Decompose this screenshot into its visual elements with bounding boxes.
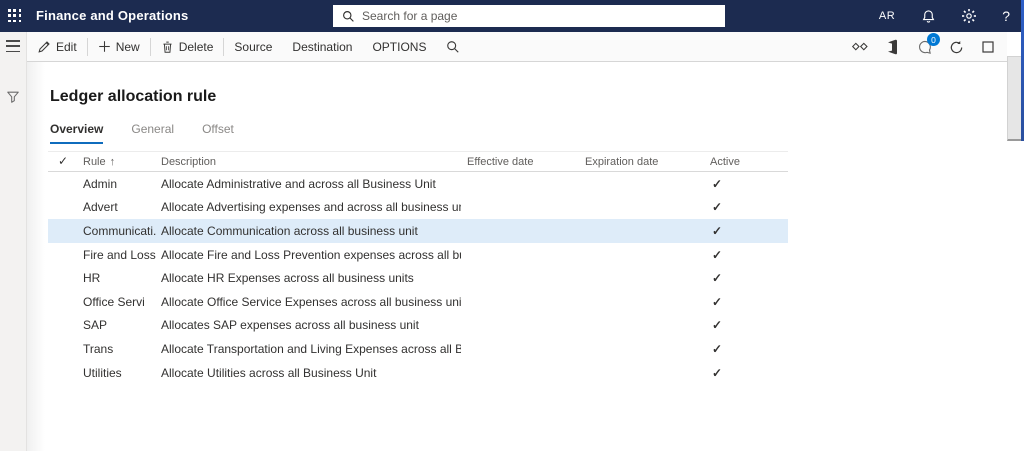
active-check-icon: ✓ [712, 176, 723, 191]
cell-description[interactable]: Allocate Advertising expenses and across… [161, 200, 461, 214]
active-check-icon: ✓ [712, 223, 723, 238]
table-row[interactable]: Utilities Allocate Utilities across all … [48, 361, 788, 385]
column-header-active[interactable]: Active [710, 156, 740, 168]
cell-rule[interactable]: HR [83, 271, 157, 285]
tab-overview[interactable]: Overview [50, 122, 104, 144]
app-window: Finance and Operations Search for a page… [0, 0, 1024, 451]
cell-description[interactable]: Allocates SAP expenses across all busine… [161, 318, 461, 332]
top-navigation-bar: Finance and Operations Search for a page… [0, 0, 1024, 32]
gear-icon[interactable] [961, 8, 977, 24]
help-icon[interactable]: ? [1002, 8, 1010, 24]
column-header-rule[interactable]: Rule ↑ [83, 156, 115, 168]
grid-body: Admin Allocate Administrative and across… [48, 172, 788, 384]
source-label: Source [234, 39, 273, 54]
page-search-input[interactable]: Search for a page [333, 5, 725, 27]
cell-description[interactable]: Allocate Administrative and across all B… [161, 177, 461, 191]
filter-funnel-icon[interactable] [6, 90, 20, 104]
active-check-icon: ✓ [712, 341, 723, 356]
delete-label: Delete [178, 39, 214, 54]
preview-glasses-icon[interactable] [851, 38, 869, 56]
cell-rule[interactable]: Advert [83, 200, 157, 214]
open-in-office-icon[interactable] [883, 38, 901, 56]
search-icon [446, 40, 460, 54]
message-center-icon[interactable]: 0 [915, 33, 940, 56]
cell-description[interactable]: Allocate Utilities across all Business U… [161, 366, 461, 380]
cell-description[interactable]: Allocate Office Service Expenses across … [161, 295, 461, 309]
content-left-shadow [27, 62, 45, 451]
source-menu-button[interactable]: Source [224, 32, 282, 62]
trash-icon [161, 40, 174, 54]
actionbar-search-button[interactable] [436, 32, 470, 62]
options-menu-button[interactable]: OPTIONS [362, 32, 436, 62]
search-icon [342, 10, 355, 23]
table-row[interactable]: Advert Allocate Advertising expenses and… [48, 196, 788, 220]
active-check-icon: ✓ [712, 271, 723, 286]
waffle-menu-icon[interactable] [8, 9, 22, 23]
table-row[interactable]: Trans Allocate Transportation and Living… [48, 337, 788, 361]
column-header-effective-date[interactable]: Effective date [467, 156, 533, 168]
edit-button[interactable]: Edit [27, 32, 87, 62]
cell-rule[interactable]: Fire and Loss [83, 248, 157, 262]
column-header-description[interactable]: Description [161, 156, 216, 168]
active-check-icon: ✓ [712, 247, 723, 262]
user-initials-button[interactable]: AR [879, 10, 895, 22]
search-placeholder: Search for a page [362, 9, 458, 23]
new-button[interactable]: New [88, 32, 150, 62]
cell-description[interactable]: Allocate HR Expenses across all business… [161, 271, 461, 285]
active-check-icon: ✓ [712, 318, 723, 333]
message-count-badge: 0 [927, 33, 940, 46]
column-header-expiration-date[interactable]: Expiration date [585, 156, 658, 168]
hamburger-menu-icon[interactable] [6, 40, 20, 52]
table-row[interactable]: Admin Allocate Administrative and across… [48, 172, 788, 196]
action-pane: Edit New Delete Source Destination OPTIO… [27, 32, 1007, 62]
vertical-scrollbar-thumb[interactable] [1007, 56, 1022, 141]
tab-strip: Overview General Offset [50, 122, 234, 144]
table-row[interactable]: Office Servi Allocate Office Service Exp… [48, 290, 788, 314]
delete-button[interactable]: Delete [151, 32, 224, 62]
cell-rule[interactable]: SAP [83, 318, 157, 332]
destination-menu-button[interactable]: Destination [282, 32, 362, 62]
table-row[interactable]: Fire and Loss Allocate Fire and Loss Pre… [48, 243, 788, 267]
destination-label: Destination [292, 39, 353, 54]
allocation-rules-grid: ✓ Rule ↑ Description Effective date Expir… [48, 151, 788, 384]
edit-label: Edit [56, 39, 77, 54]
grid-header-row: ✓ Rule ↑ Description Effective date Expir… [48, 151, 788, 172]
cell-description[interactable]: Allocate Fire and Loss Prevention expens… [161, 248, 461, 262]
tab-general[interactable]: General [131, 122, 174, 144]
app-title: Finance and Operations [36, 8, 189, 23]
table-row[interactable]: HR Allocate HR Expenses across all busin… [48, 266, 788, 290]
sort-ascending-icon: ↑ [109, 156, 116, 168]
plus-icon [98, 40, 111, 53]
select-all-check-icon[interactable]: ✓ [58, 154, 68, 168]
cell-rule[interactable]: Utilities [83, 366, 157, 380]
refresh-icon[interactable] [947, 38, 965, 56]
tab-offset[interactable]: Offset [202, 122, 234, 144]
content-panel: Ledger allocation rule Overview General … [27, 62, 1024, 451]
new-label: New [115, 39, 140, 54]
active-check-icon: ✓ [712, 365, 723, 380]
cell-rule[interactable]: Admin [83, 177, 157, 191]
table-row[interactable]: SAP Allocates SAP expenses across all bu… [48, 314, 788, 338]
page-title: Ledger allocation rule [50, 88, 217, 105]
cell-rule[interactable]: Office Servi [83, 295, 157, 309]
expand-window-icon[interactable] [979, 38, 997, 56]
active-check-icon: ✓ [712, 200, 723, 215]
active-check-icon: ✓ [712, 294, 723, 309]
cell-rule[interactable]: Trans [83, 342, 157, 356]
pencil-icon [37, 40, 51, 54]
cell-rule[interactable]: Communicati... [83, 224, 157, 238]
table-row[interactable]: Communicati... Allocate Communication ac… [48, 219, 788, 243]
cell-description[interactable]: Allocate Communication across all busine… [161, 224, 461, 238]
options-label: OPTIONS [372, 39, 427, 54]
cell-description[interactable]: Allocate Transportation and Living Expen… [161, 342, 461, 356]
bell-icon[interactable] [920, 8, 936, 24]
